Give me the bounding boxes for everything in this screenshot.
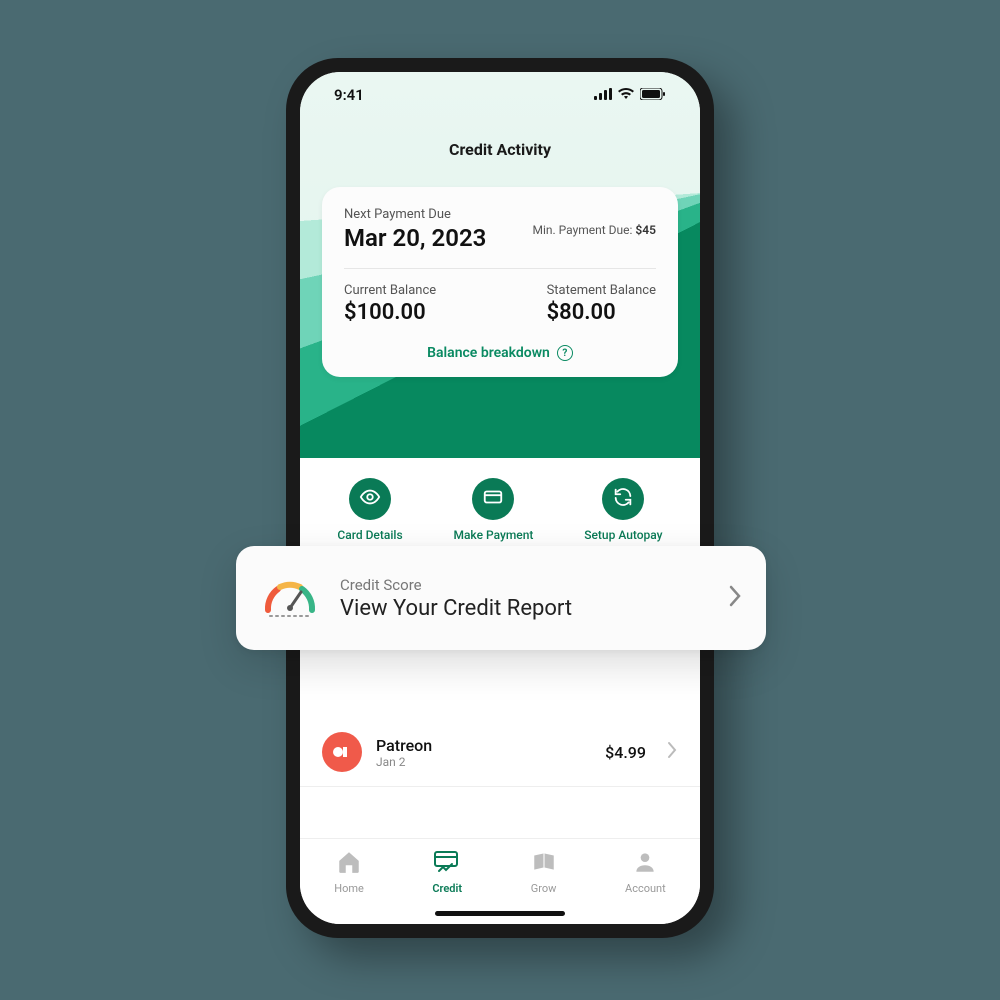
wifi-icon <box>618 86 634 104</box>
next-payment-date: Mar 20, 2023 <box>344 224 486 252</box>
transaction-amount: $4.99 <box>605 743 646 762</box>
statement-balance-value: $80.00 <box>547 300 656 325</box>
tab-credit[interactable]: Credit <box>432 849 462 895</box>
home-icon <box>336 849 362 879</box>
card-icon <box>482 486 504 512</box>
chevron-right-icon <box>728 585 742 611</box>
merchant-logo <box>322 732 362 772</box>
tab-home[interactable]: Home <box>334 849 364 895</box>
credit-icon <box>433 849 461 879</box>
home-indicator <box>435 911 565 916</box>
page-title: Credit Activity <box>322 140 678 159</box>
divider <box>344 268 656 269</box>
current-balance-label: Current Balance <box>344 283 436 298</box>
statement-balance-label: Statement Balance <box>547 283 656 298</box>
phone-frame: 9:41 Credit Activity Ne <box>286 58 714 938</box>
eye-icon <box>359 486 381 512</box>
grow-icon <box>531 849 557 879</box>
status-time: 9:41 <box>334 86 364 104</box>
chevron-right-icon <box>666 741 678 763</box>
battery-icon <box>640 86 666 104</box>
credit-score-label: Credit Score <box>340 576 572 594</box>
credit-score-card[interactable]: Credit Score View Your Credit Report <box>236 546 766 650</box>
setup-autopay-button[interactable]: Setup Autopay <box>584 478 662 542</box>
tab-account[interactable]: Account <box>625 849 666 895</box>
transaction-name: Patreon <box>376 736 591 755</box>
transaction-row[interactable]: Patreon Jan 2 $4.99 <box>300 718 700 787</box>
status-indicators <box>594 86 666 104</box>
help-icon: ? <box>557 345 573 361</box>
status-bar: 9:41 <box>322 72 678 118</box>
card-details-button[interactable]: Card Details <box>337 478 402 542</box>
hero-section: 9:41 Credit Activity Ne <box>300 72 700 458</box>
tab-grow[interactable]: Grow <box>531 849 557 895</box>
next-payment-label: Next Payment Due <box>344 207 486 222</box>
screen: 9:41 Credit Activity Ne <box>300 72 700 924</box>
refresh-icon <box>612 486 634 512</box>
gauge-icon <box>260 572 320 624</box>
account-icon <box>632 849 658 879</box>
transaction-date: Jan 2 <box>376 755 591 769</box>
credit-score-title: View Your Credit Report <box>340 596 572 621</box>
balance-card: Next Payment Due Mar 20, 2023 Min. Payme… <box>322 187 678 377</box>
make-payment-button[interactable]: Make Payment <box>453 478 533 542</box>
current-balance-value: $100.00 <box>344 300 436 325</box>
tab-bar: Home Credit Grow Account <box>300 838 700 924</box>
balance-breakdown-link[interactable]: Balance breakdown ? <box>344 345 656 361</box>
cellular-icon <box>594 86 612 104</box>
min-payment-due: Min. Payment Due: $45 <box>532 223 656 237</box>
